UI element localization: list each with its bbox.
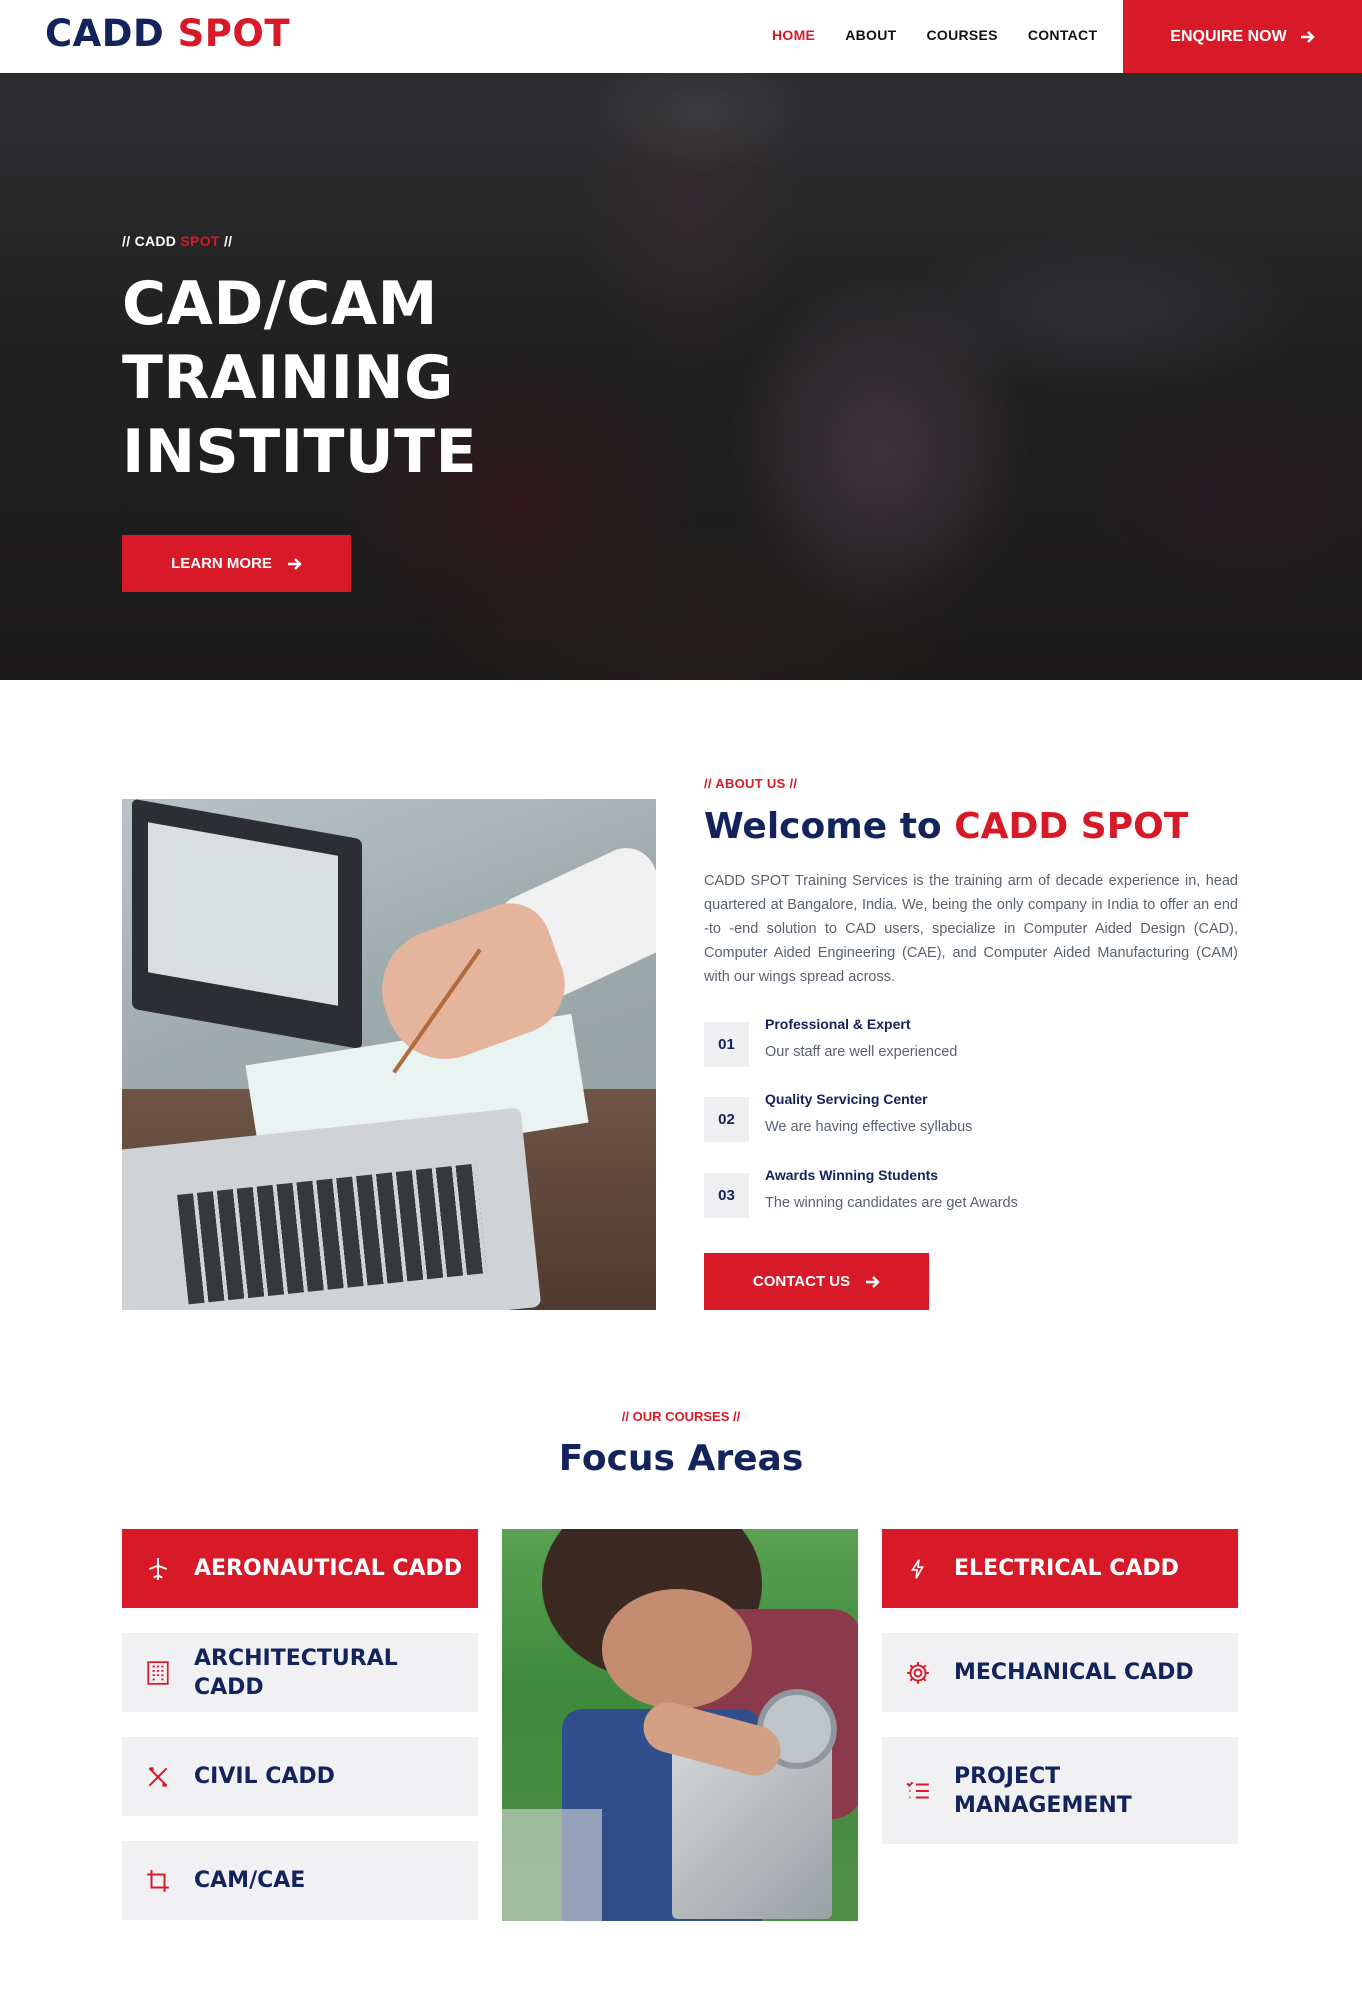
course-photo (502, 1529, 858, 1921)
course-civil[interactable]: CIVIL CADD (122, 1737, 478, 1816)
tools-icon (122, 1764, 194, 1790)
nav-item-home[interactable]: HOME (772, 26, 815, 44)
about-heading: Welcome to CADD SPOT (704, 806, 1189, 847)
checklist-icon (882, 1778, 954, 1804)
feature-title: Awards Winning Students (765, 1167, 939, 1183)
hero-banner: // CADD SPOT // CAD/CAM TRAINING INSTITU… (0, 73, 1362, 680)
course-architectural[interactable]: ARCHITECTURAL CADD (122, 1633, 478, 1712)
about-paragraph: CADD SPOT Training Services is the train… (704, 873, 1238, 985)
hero-content: // CADD SPOT // CAD/CAM TRAINING INSTITU… (122, 233, 742, 592)
course-electrical[interactable]: ELECTRICAL CADD (882, 1529, 1238, 1608)
hero-tagline: // CADD SPOT // (122, 233, 233, 249)
building-icon (122, 1660, 194, 1686)
contact-us-button[interactable]: CONTACT US (704, 1253, 929, 1310)
course-mechanical[interactable]: MECHANICAL CADD (882, 1633, 1238, 1712)
course-aeronautical[interactable]: AERONAUTICAL CADD (122, 1529, 478, 1608)
plane-icon (122, 1556, 194, 1582)
courses-heading: Focus Areas (558, 1438, 804, 1479)
gear-icon (882, 1660, 954, 1686)
arrow-right-icon (1300, 30, 1315, 43)
nav-item-contact[interactable]: CONTACT (1028, 26, 1098, 44)
course-cam-cae[interactable]: CAM/CAE (122, 1841, 478, 1920)
nav-item-about[interactable]: ABOUT (845, 26, 896, 44)
feature-number: 03 (704, 1173, 749, 1218)
feature-desc: Our staff are well experienced (765, 1044, 958, 1060)
feature-number: 01 (704, 1022, 749, 1067)
about-eyebrow: // ABOUT US // (704, 776, 798, 791)
main-menu: HOME ABOUT COURSES CONTACT (772, 26, 1097, 44)
feature-title: Professional & Expert (765, 1016, 911, 1032)
nav-item-courses[interactable]: COURSES (926, 26, 997, 44)
feature-desc: The winning candidates are get Awards (765, 1195, 1018, 1211)
crop-icon (122, 1868, 194, 1894)
arrow-right-icon (866, 1275, 880, 1288)
site-logo[interactable]: CADD SPOT (45, 14, 290, 54)
course-project-management[interactable]: PROJECT MANAGEMENT (882, 1737, 1238, 1844)
about-section: // ABOUT US // Welcome to CADD SPOT CADD… (704, 776, 1238, 1310)
learn-more-button[interactable]: LEARN MORE (122, 535, 351, 592)
arrow-right-icon (287, 557, 302, 570)
top-navbar: CADD SPOT HOME ABOUT COURSES CONTACT ENQ… (0, 0, 1362, 73)
enquire-now-button[interactable]: ENQUIRE NOW (1123, 0, 1362, 73)
bolt-icon (882, 1556, 954, 1582)
feature-number: 02 (704, 1097, 749, 1142)
feature-title: Quality Servicing Center (765, 1091, 928, 1107)
feature-desc: We are having effective syllabus (765, 1119, 973, 1135)
courses-eyebrow: // OUR COURSES // (621, 1409, 741, 1424)
about-photo (122, 799, 656, 1310)
hero-title: CAD/CAM TRAINING INSTITUTE (122, 269, 478, 487)
